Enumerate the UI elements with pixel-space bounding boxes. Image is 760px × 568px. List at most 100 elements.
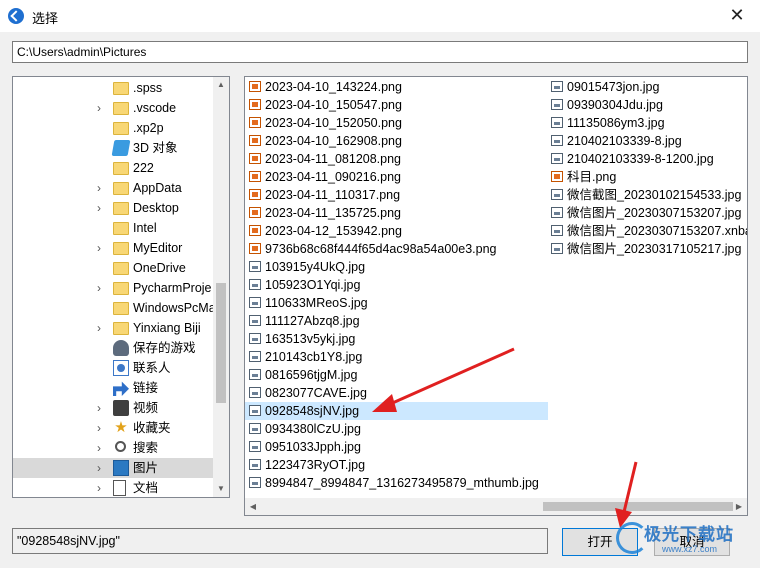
jpg-file-icon [249,351,261,362]
tree-item-desktop[interactable]: › Desktop [13,198,213,218]
file-item[interactable]: 0928548sjNV.jpg [245,402,548,420]
chevron-right-icon[interactable]: › [97,198,109,218]
tree-item-spss[interactable]: .spss [13,78,213,98]
chevron-right-icon[interactable]: › [97,398,109,418]
close-button[interactable]: ✕ [714,0,760,32]
tree-item-pycharmprojects[interactable]: › PycharmProje [13,278,213,298]
file-item[interactable]: 111127Abzq8.jpg [245,312,548,330]
file-name: 09390304Jdu.jpg [567,98,663,112]
file-list-horizontal-scrollbar[interactable]: ◀ ▶ [245,498,747,515]
file-item[interactable]: 微信图片_20230307153207.xnba [547,222,747,240]
file-item[interactable]: 11135086ym3.jpg [547,114,747,132]
file-item[interactable]: 210402103339-8.jpg [547,132,747,150]
chevron-right-icon[interactable]: › [97,458,109,478]
window-title: 选择 [32,11,59,26]
file-name: 0823077CAVE.jpg [265,386,367,400]
tree-item-videos[interactable]: › 视频 [13,398,213,418]
file-name: 2023-04-10_162908.png [265,134,402,148]
file-item[interactable]: 163513v5ykj.jpg [245,330,548,348]
scrollbar-thumb[interactable] [216,283,226,403]
jpg-file-icon [249,441,261,452]
file-item[interactable]: 0951033Jpph.jpg [245,438,548,456]
file-item[interactable]: 210143cb1Y8.jpg [245,348,548,366]
png-file-icon [249,189,261,200]
file-item[interactable]: 2023-04-10_162908.png [245,132,548,150]
tree-item-label: Desktop [133,201,179,215]
file-item[interactable]: 9736b68c68f444f65d4ac98a54a00e3.png [245,240,548,258]
file-item[interactable]: 2023-04-10_150547.png [245,96,548,114]
scroll-up-icon[interactable]: ▲ [213,77,229,93]
tree-item-xp2p[interactable]: .xp2p [13,118,213,138]
scroll-down-icon[interactable]: ▼ [213,481,229,497]
documents-icon [113,480,126,496]
chevron-right-icon[interactable]: › [97,278,109,298]
filename-field[interactable]: "0928548sjNV.jpg" [12,528,548,554]
file-item[interactable]: 0934380lCzU.jpg [245,420,548,438]
folder-icon [113,242,129,255]
file-item[interactable]: 2023-04-12_153942.png [245,222,548,240]
file-item[interactable]: 1223473RyOT.jpg [245,456,548,474]
file-item[interactable]: 0816596tjgM.jpg [245,366,548,384]
tree-item-222[interactable]: 222 [13,158,213,178]
file-item[interactable]: 2023-04-11_135725.png [245,204,548,222]
tree-item-label: 222 [133,161,154,175]
file-item[interactable]: 微信图片_20230317105217.jpg [547,240,747,258]
file-list[interactable]: 微信图片_20230317105217.jpg 微信图片_202303071532… [244,76,748,516]
file-name: 2023-04-11_081208.png [265,152,402,166]
scroll-right-icon[interactable]: ▶ [731,498,747,515]
tree-item-appdata[interactable]: › AppData [13,178,213,198]
file-item[interactable]: 2023-04-11_081208.png [245,150,548,168]
file-item[interactable]: 8994847_8994847_1316273495879_mthumb.jpg [245,474,548,492]
chevron-right-icon[interactable]: › [97,418,109,438]
folder-icon [113,282,129,295]
file-item[interactable]: 0823077CAVE.jpg [245,384,548,402]
tree-item-onedrive[interactable]: OneDrive [13,258,213,278]
file-item[interactable]: 科目.png [547,168,747,186]
file-item[interactable]: 103915y4UkQ.jpg [245,258,548,276]
chevron-right-icon[interactable]: › [97,178,109,198]
chevron-right-icon[interactable]: › [97,238,109,258]
jpg-file-icon [551,117,563,128]
chevron-right-icon[interactable]: › [97,318,109,338]
file-item[interactable]: 105923O1Yqi.jpg [245,276,548,294]
file-item[interactable]: 110633MReoS.jpg [245,294,548,312]
tree-item-saved-games[interactable]: 保存的游戏 [13,338,213,358]
path-field[interactable]: C:\Users\admin\Pictures [12,41,748,63]
scrollbar-thumb[interactable] [543,502,733,511]
tree-item-links[interactable]: 链接 [13,378,213,398]
scroll-left-icon[interactable]: ◀ [245,498,261,515]
file-item[interactable]: 210402103339-8-1200.jpg [547,150,747,168]
chevron-right-icon[interactable]: › [97,438,109,458]
chevron-right-icon[interactable]: › [97,478,109,497]
tree-item-windowspcmanager[interactable]: WindowsPcMa [13,298,216,318]
tree-item-vscode[interactable]: › .vscode [13,98,213,118]
tree-item-pictures[interactable]: › 图片 [13,458,213,478]
file-item[interactable]: 2023-04-10_152050.png [245,114,548,132]
tree-item-label: 视频 [133,401,159,415]
tree-item-intel[interactable]: Intel [13,218,213,238]
jpg-file-icon [551,243,563,254]
tree-item-contacts[interactable]: 联系人 [13,358,213,378]
file-item[interactable]: 2023-04-11_090216.png [245,168,548,186]
video-icon [113,400,129,416]
jpg-file-icon [551,189,563,200]
tree-item-3d-objects[interactable]: 3D 对象 [13,138,213,158]
file-item[interactable]: 09015473jon.jpg [547,78,747,96]
tree-vertical-scrollbar[interactable]: ▲ ▼ [213,77,229,497]
file-item[interactable]: 09390304Jdu.jpg [547,96,747,114]
tree-item-yinxiang-biji[interactable]: › Yinxiang Biji [13,318,213,338]
png-file-icon [249,207,261,218]
file-item[interactable]: 2023-04-11_110317.png [245,186,548,204]
chevron-right-icon[interactable]: › [97,98,109,118]
file-name: 2023-04-11_090216.png [265,170,402,184]
file-item[interactable]: 微信图片_20230307153207.jpg [547,204,747,222]
folder-tree[interactable]: › 文档 › 图片 › 搜索 › ★ 收藏夹 › 视频 链接 联系人 保存的游戏 › Yinxiang Bij… [12,76,230,498]
tree-item-searches[interactable]: › 搜索 [13,438,213,458]
tree-item-documents[interactable]: › 文档 [13,478,213,497]
tree-item-myeditor[interactable]: › MyEditor [13,238,213,258]
file-name: 微信图片_20230317105217.jpg [567,242,742,256]
file-item[interactable]: 2023-04-10_143224.png [245,78,548,96]
tree-item-favorites[interactable]: › ★ 收藏夹 [13,418,213,438]
file-name: 0928548sjNV.jpg [265,404,360,418]
file-item[interactable]: 微信截图_20230102154533.jpg [547,186,747,204]
